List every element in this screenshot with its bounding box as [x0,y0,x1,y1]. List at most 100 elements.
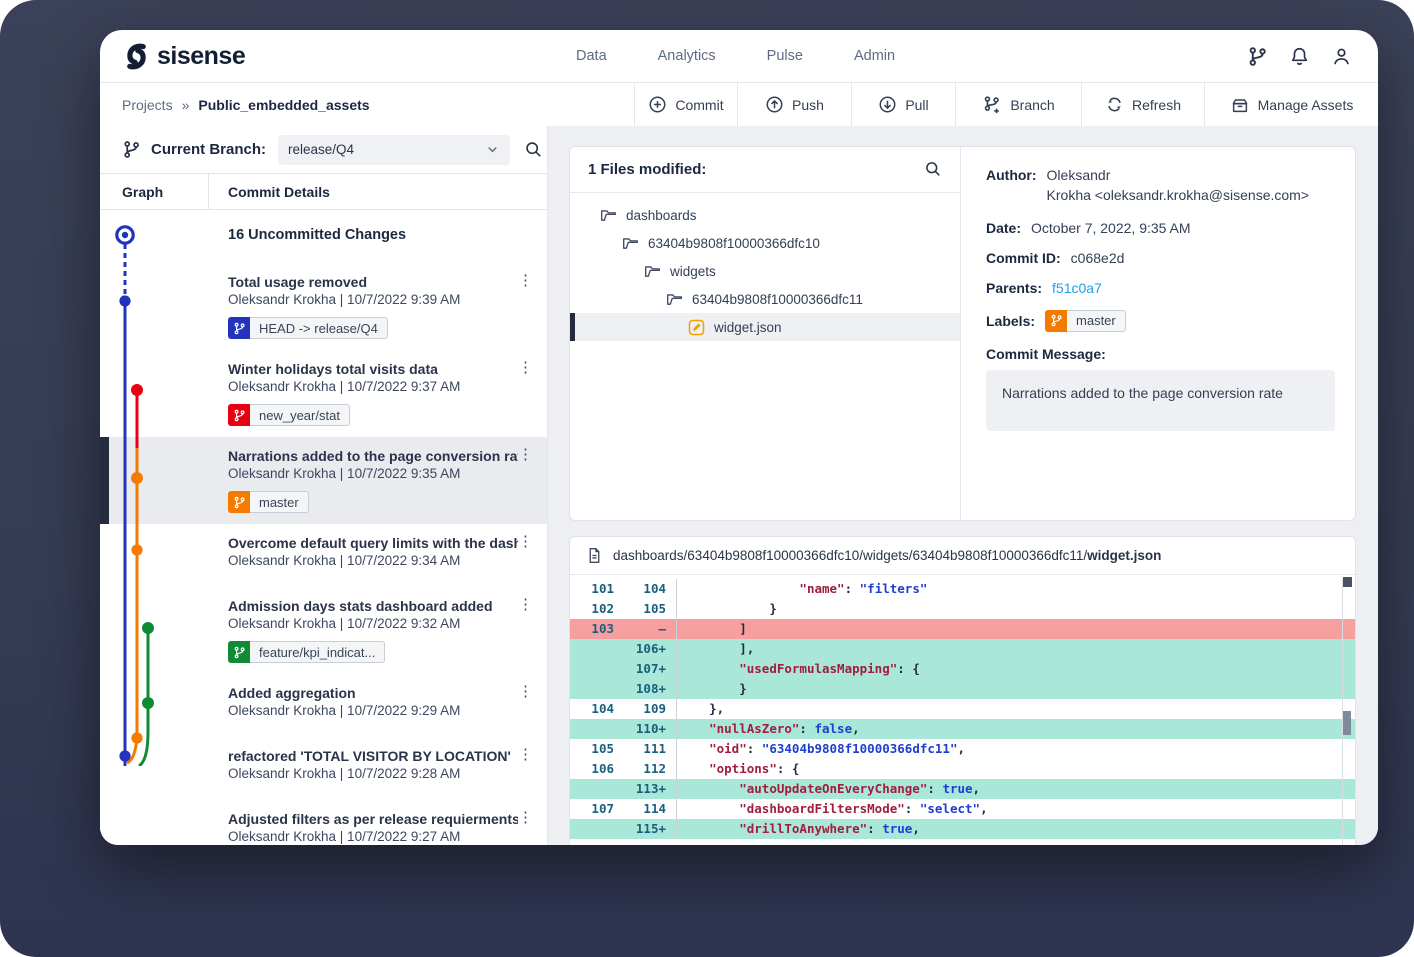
diff-line: 101104 "name": "filters" [570,579,1355,599]
author-name: Oleksandr [1047,167,1111,183]
diff-file-path: dashboards/63404b9808f10000366dfc10/widg… [613,548,1161,563]
files-modified-title: 1 Files modified: [588,161,924,178]
breadcrumb-current-project: Public_embedded_assets [198,97,369,113]
diff-line-added: 110+ "nullAsZero": false, [570,719,1355,739]
manage-assets-button[interactable]: Manage Assets [1204,83,1378,126]
user-account-icon[interactable] [1331,46,1352,67]
diff-line-added: 107+ "usedFormulasMapping": { [570,659,1355,679]
uncommitted-changes-row[interactable]: 16 Uncommitted Changes [100,210,547,263]
pull-button[interactable]: Pull [851,83,955,126]
branch-badge-newyear[interactable]: new_year/stat [228,404,350,426]
notifications-bell-icon[interactable] [1289,46,1310,67]
tree-file-widget-json[interactable]: widget.json [570,313,960,341]
breadcrumb-projects[interactable]: Projects [122,97,173,113]
tree-folder-dashboards[interactable]: dashboards [570,201,960,229]
tree-folder-widget-id[interactable]: 63404b9808f10000366dfc11 [570,285,960,313]
nav-item-admin[interactable]: Admin [854,48,895,64]
commit-row[interactable]: Admission days stats dashboard added Ole… [100,587,547,674]
diff-path-dirs: dashboards/63404b9808f10000366dfc10/widg… [613,548,1087,563]
graph-column-header: Graph [100,184,208,200]
column-divider [208,174,209,209]
branch-badge-head[interactable]: HEAD -> release/Q4 [228,317,388,339]
commit-row[interactable]: Winter holidays total visits data Oleksa… [100,350,547,437]
branch-select-dropdown[interactable]: release/Q4 [278,135,510,165]
label-badge-master[interactable]: master [1045,310,1126,332]
branch-badge-feature[interactable]: feature/kpi_indicat... [228,641,385,663]
sidebar-search-icon[interactable] [524,140,543,159]
current-branch-row: Current Branch: release/Q4 [100,126,547,174]
commit-menu-kebab[interactable]: ⋮ [518,811,533,825]
nav-item-data[interactable]: Data [576,48,607,64]
refresh-button[interactable]: Refresh [1081,83,1204,126]
commit-menu-kebab[interactable]: ⋮ [518,448,533,462]
commit-title: Winter holidays total visits data [228,350,518,377]
nav-item-analytics[interactable]: Analytics [658,48,716,64]
commit-row-selected[interactable]: Narrations added to the page conversion … [100,437,547,524]
diff-line: 105111 "oid": "63404b9808f10000366dfc11"… [570,739,1355,759]
commit-details-column-header: Commit Details [208,184,330,200]
branch-button-label: Branch [1010,97,1054,113]
files-search-icon[interactable] [924,160,942,178]
sisense-logo[interactable]: sisense [122,42,245,71]
pull-button-label: Pull [905,97,928,113]
commit-meta: Oleksandr Krokha | 10/7/2022 9:34 AM [228,553,547,568]
commit-button-label: Commit [675,97,723,113]
nav-item-pulse[interactable]: Pulse [767,48,803,64]
branch-badge-icon [1045,310,1067,332]
diff-scrollbar-thumb[interactable] [1343,711,1351,735]
diff-file-header: dashboards/63404b9808f10000366dfc10/widg… [570,537,1355,575]
commit-title: Adjusted filters as per release requierm… [228,800,518,827]
commit-message-box: Narrations added to the page conversion … [986,370,1335,431]
diff-line-added: 106+ ], [570,639,1355,659]
push-button-label: Push [792,97,824,113]
push-button[interactable]: Push [737,83,851,126]
date-value: October 7, 2022, 9:35 AM [1031,220,1191,236]
arrow-up-circle-icon [765,95,784,114]
branch-button[interactable]: Branch [955,83,1081,126]
commit-meta: Oleksandr Krokha | 10/7/2022 9:29 AM [228,703,547,718]
commit-menu-kebab[interactable]: ⋮ [518,535,533,549]
commit-row[interactable]: Total usage removed Oleksandr Krokha | 1… [100,263,547,350]
arrow-down-circle-icon [878,95,897,114]
diff-code-view: 101104 "name": "filters" 102105 } 103– ]… [570,575,1355,845]
parent-commit-link[interactable]: f51c0a7 [1052,280,1102,296]
commit-row[interactable]: Adjusted filters as per release requierm… [100,800,547,845]
commit-title: Total usage removed [228,263,518,290]
branch-badge-label: feature/kpi_indicat... [250,641,385,663]
commit-message-row: Commit Message: [986,346,1335,362]
archive-box-icon [1230,95,1250,115]
diff-line: 102105 } [570,599,1355,619]
commit-row[interactable]: Overcome default query limits with the d… [100,524,547,587]
git-branch-icon[interactable] [1247,46,1268,67]
plus-circle-icon [648,95,667,114]
commit-menu-kebab[interactable]: ⋮ [518,598,533,612]
files-modified-header: 1 Files modified: [570,147,960,193]
tree-folder-dashboard-id[interactable]: 63404b9808f10000366dfc10 [570,229,960,257]
commit-menu-kebab[interactable]: ⋮ [518,748,533,762]
commit-row[interactable]: Added aggregation Oleksandr Krokha | 10/… [100,674,547,737]
commit-meta: Oleksandr Krokha | 10/7/2022 9:32 AM [228,616,547,631]
commit-id-row: Commit ID: c068e2d [986,250,1335,266]
toolbar-buttons: Commit Push Pull Branch Refresh Manage A… [634,83,1378,126]
commit-meta-panel: Author: Oleksandr Krokha <oleksandr.krok… [961,147,1355,520]
commit-menu-kebab[interactable]: ⋮ [518,361,533,375]
commit-menu-kebab[interactable]: ⋮ [518,274,533,288]
commit-button[interactable]: Commit [634,83,737,126]
top-right-icons [1247,46,1352,67]
author-email: Krokha <oleksandr.krokha@sisense.com> [1047,187,1309,203]
commit-menu-kebab[interactable]: ⋮ [518,685,533,699]
commit-title: refactored 'TOTAL VISITOR BY LOCATION' [228,737,518,764]
commit-row[interactable]: refactored 'TOTAL VISITOR BY LOCATION' O… [100,737,547,800]
parents-row: Parents: f51c0a7 [986,280,1335,296]
tree-label: widgets [670,264,716,279]
uncommitted-changes-label: 16 Uncommitted Changes [228,210,547,243]
folder-icon [622,235,639,252]
current-branch-label: Current Branch: [151,141,266,158]
branch-select-value: release/Q4 [288,142,485,157]
main-area: Current Branch: release/Q4 Graph Commit … [100,126,1378,845]
diff-line: 107114 "dashboardFiltersMode": "select", [570,799,1355,819]
branch-badge-master[interactable]: master [228,491,309,513]
tree-folder-widgets[interactable]: widgets [570,257,960,285]
diff-line: 104109 }, [570,699,1355,719]
commit-title: Added aggregation [228,674,518,701]
